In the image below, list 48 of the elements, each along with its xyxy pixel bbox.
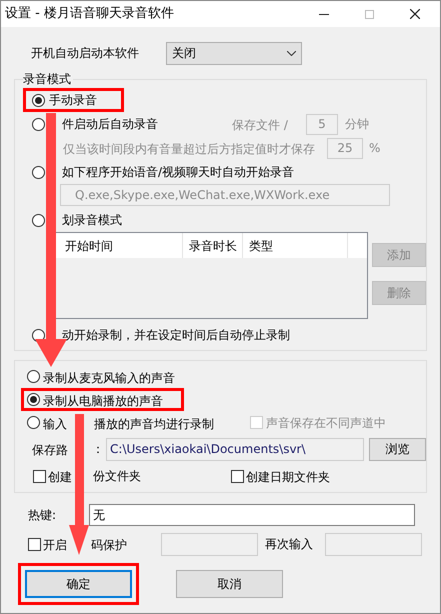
dialog-button[interactable]: 取消 bbox=[176, 570, 283, 598]
minutes-unit: 分钟 bbox=[345, 116, 369, 133]
radio-label: 播放的声音均进行录制 bbox=[94, 416, 214, 430]
radio-button[interactable] bbox=[27, 416, 40, 429]
chevron-down-icon bbox=[287, 50, 296, 56]
radio-label: 划录音模式 bbox=[62, 212, 122, 229]
radio-button[interactable] bbox=[27, 393, 40, 406]
radio-button[interactable] bbox=[32, 118, 45, 130]
save-file-label: 保存文件 / bbox=[232, 118, 288, 132]
browse-button[interactable]: 浏览 bbox=[368, 438, 426, 460]
checkbox-label: 开启 bbox=[43, 538, 67, 552]
startup-label: 开机自动启动本软件 bbox=[31, 45, 140, 62]
hotkey-label: 热键: bbox=[28, 507, 58, 524]
radio-label: 如下程序开始语音/视频聊天时自动开始录音 bbox=[62, 164, 294, 181]
column-header[interactable]: 开始时间 bbox=[63, 233, 183, 258]
channel-label: 声音保存在不同声道中 bbox=[266, 414, 386, 432]
checkbox-label: 码保护 bbox=[91, 538, 127, 552]
repeat-label: 再次输入 bbox=[265, 536, 314, 553]
close-icon[interactable] bbox=[410, 9, 420, 19]
checkbox[interactable] bbox=[28, 538, 41, 550]
radio-label: 动开始录制，并在设定时间后自动停止录制 bbox=[62, 327, 290, 344]
save-path-colon: ： bbox=[92, 441, 104, 458]
save-path-field[interactable]: C:\Users\xiaokai\Documents\svr\ bbox=[106, 438, 364, 460]
checkbox[interactable] bbox=[33, 470, 46, 482]
radio-label: 录制从麦克风输入的声音 bbox=[43, 370, 175, 384]
checkbox-label: 创建 bbox=[48, 470, 72, 484]
checkbox-label: 份文件夹 bbox=[93, 468, 141, 485]
password-field[interactable] bbox=[161, 532, 258, 556]
column-header[interactable]: 类型 bbox=[243, 233, 348, 258]
startup-dropdown[interactable]: 关闭 bbox=[166, 42, 302, 64]
radio-button[interactable] bbox=[32, 94, 45, 106]
password-field[interactable] bbox=[325, 532, 422, 556]
hotkey-field[interactable]: 无 bbox=[89, 504, 415, 526]
radio-label: 件启动后自动录音 bbox=[62, 116, 159, 133]
window-title: 设置 - 楼月语音聊天录音软件 bbox=[5, 5, 175, 24]
radio-button[interactable] bbox=[27, 370, 40, 383]
radio-button[interactable] bbox=[32, 166, 45, 178]
dialog-button[interactable]: 确定 bbox=[25, 570, 132, 598]
radio-button[interactable] bbox=[32, 214, 45, 226]
radio-label: 录制从电脑播放的声音 bbox=[43, 394, 163, 408]
checkbox-label: 创建日期文件夹 bbox=[246, 470, 330, 484]
checkbox[interactable] bbox=[231, 470, 244, 482]
threshold-label: 仅当该时间段内有音量超过后方指定值时才保存 bbox=[63, 142, 315, 156]
radio-label: 手动录音 bbox=[49, 92, 97, 109]
save-path-label: 保存路 bbox=[32, 443, 68, 457]
percent-unit: % bbox=[369, 140, 380, 157]
radio-label: 输入 bbox=[43, 416, 67, 430]
column-header[interactable]: 录音时长 bbox=[183, 233, 243, 258]
